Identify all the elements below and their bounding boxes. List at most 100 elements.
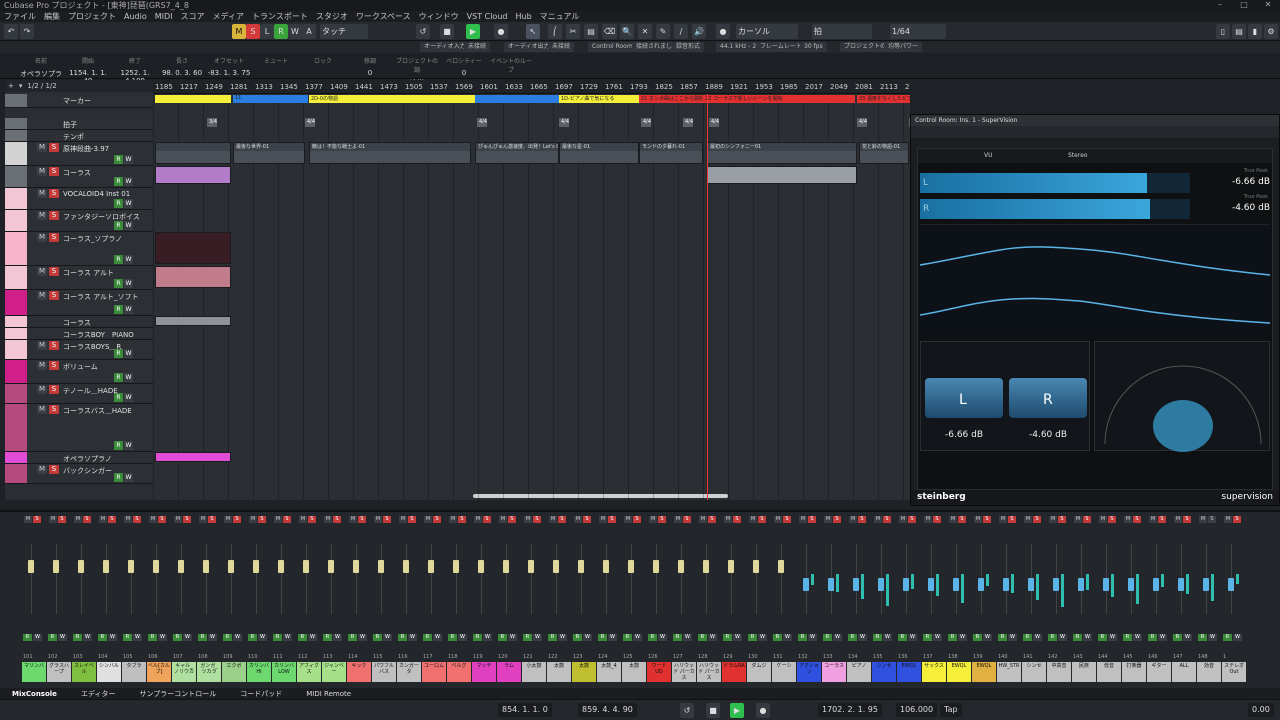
- time-signature[interactable]: 4/4: [857, 118, 868, 127]
- channel-mute-button[interactable]: M: [49, 516, 57, 523]
- channel-mute-button[interactable]: M: [74, 516, 82, 523]
- channel-fader[interactable]: [953, 578, 959, 591]
- channel-mute-button[interactable]: M: [749, 516, 757, 523]
- channel-mute-button[interactable]: M: [924, 516, 932, 523]
- channel-fader[interactable]: [1128, 578, 1134, 591]
- channel-read-button[interactable]: R: [523, 634, 532, 641]
- channel-strip[interactable]: M S R W 117 ユーロム: [422, 514, 446, 686]
- channel-write-button[interactable]: W: [583, 634, 592, 641]
- redo-button[interactable]: ↷: [20, 24, 34, 39]
- channel-solo-button[interactable]: S: [258, 516, 266, 523]
- channel-fader[interactable]: [1153, 578, 1159, 591]
- channel-read-button[interactable]: R: [1223, 634, 1232, 641]
- time-signature[interactable]: 4/4: [477, 118, 488, 127]
- play-button[interactable]: ▶: [466, 24, 480, 39]
- menu-item[interactable]: MIDI: [151, 12, 177, 21]
- channel-solo-button[interactable]: S: [83, 516, 91, 523]
- write-button[interactable]: W: [124, 441, 133, 450]
- channel-mute-button[interactable]: M: [374, 516, 382, 523]
- channel-strip[interactable]: M S R W 108 ガンガ_ツカラ: [197, 514, 221, 686]
- channel-solo-button[interactable]: S: [1008, 516, 1016, 523]
- meter-mode-select[interactable]: VU: [984, 152, 993, 159]
- channel-strip[interactable]: M S R W 128 ハリウッド パーカス: [697, 514, 721, 686]
- channel-write-button[interactable]: W: [858, 634, 867, 641]
- channel-strip[interactable]: M S R W 115 パワフルバス: [372, 514, 396, 686]
- channel-strip[interactable]: M S R W 142 中高音: [1047, 514, 1071, 686]
- channel-fader[interactable]: [728, 560, 734, 573]
- channel-solo-button[interactable]: S: [683, 516, 691, 523]
- channel-read-button[interactable]: R: [1198, 634, 1207, 641]
- channel-solo-button[interactable]: S: [1208, 516, 1216, 523]
- channel-strip[interactable]: M S R W 124 太鼓_4: [597, 514, 621, 686]
- channel-solo-button[interactable]: S: [383, 516, 391, 523]
- channel-strip[interactable]: M S R W 139 EWQL: [972, 514, 996, 686]
- track-header[interactable]: コーラスバス＿HADE M S R W: [5, 404, 153, 452]
- channel-solo-button[interactable]: S: [633, 516, 641, 523]
- track-header[interactable]: 原神段曲-3.97 M S R W: [5, 142, 153, 166]
- channel-write-button[interactable]: W: [1183, 634, 1192, 641]
- channel-fader[interactable]: [1178, 578, 1184, 591]
- lower-zone-tab[interactable]: サンプラーコントロール: [127, 689, 228, 699]
- channel-solo-button[interactable]: S: [558, 516, 566, 523]
- time-signature[interactable]: 4/4: [683, 118, 694, 127]
- marker[interactable]: 2D-0の物語: [309, 95, 475, 103]
- channel-strip[interactable]: M S R W 140 HW_STR: [997, 514, 1021, 686]
- menu-item[interactable]: ワークスペース: [352, 11, 415, 22]
- transport-play-button[interactable]: ▶: [730, 703, 744, 718]
- channel-write-button[interactable]: W: [283, 634, 292, 641]
- channel-write-button[interactable]: W: [783, 634, 792, 641]
- solo-state-button[interactable]: S: [246, 24, 260, 39]
- close-button[interactable]: ✕: [1256, 0, 1280, 9]
- channel-mute-button[interactable]: M: [1149, 516, 1157, 523]
- channel-write-button[interactable]: W: [758, 634, 767, 641]
- channel-mute-button[interactable]: M: [724, 516, 732, 523]
- menu-item[interactable]: ウィンドウ: [415, 11, 463, 22]
- solo-button[interactable]: S: [49, 233, 59, 242]
- channel-solo-button[interactable]: S: [283, 516, 291, 523]
- channel-fader[interactable]: [428, 560, 434, 573]
- read-button[interactable]: R: [114, 279, 123, 288]
- track-header[interactable]: コーラス アルト_ソフト M S R W: [5, 290, 153, 316]
- channel-strip[interactable]: M S R W 121 小太鼓: [522, 514, 546, 686]
- solo-button[interactable]: S: [49, 267, 59, 276]
- opera-event[interactable]: [155, 452, 231, 462]
- channel-mute-button[interactable]: M: [824, 516, 832, 523]
- channel-strip[interactable]: M S R W 113 ジャンベー: [322, 514, 346, 686]
- channel-fader[interactable]: [1078, 578, 1084, 591]
- channel-fader[interactable]: [628, 560, 634, 573]
- channel-write-button[interactable]: W: [1133, 634, 1142, 641]
- channel-write-button[interactable]: W: [133, 634, 142, 641]
- tempo-display[interactable]: 106.000: [896, 703, 938, 717]
- line-tool-icon[interactable]: ∕: [674, 24, 688, 39]
- channel-solo-button[interactable]: S: [983, 516, 991, 523]
- channel-mute-button[interactable]: M: [1024, 516, 1032, 523]
- channel-read-button[interactable]: R: [773, 634, 782, 641]
- channel-solo-button[interactable]: S: [658, 516, 666, 523]
- channel-fader[interactable]: [328, 560, 334, 573]
- channel-fader[interactable]: [578, 560, 584, 573]
- mute-button[interactable]: M: [37, 143, 47, 152]
- track-header[interactable]: コーラス アルト M S R W: [5, 266, 153, 290]
- channel-fader[interactable]: [278, 560, 284, 573]
- channel-write-button[interactable]: W: [408, 634, 417, 641]
- channel-strip[interactable]: M S R W 130 ダムジ: [747, 514, 771, 686]
- audio-event[interactable]: 花と鈴の物語-01: [859, 142, 909, 164]
- time-signature[interactable]: 4/4: [709, 118, 720, 127]
- menu-item[interactable]: VST Cloud: [463, 12, 512, 21]
- channel-strip[interactable]: M S R W 148 効音: [1197, 514, 1221, 686]
- time-signature[interactable]: 4/4: [559, 118, 570, 127]
- channel-fader[interactable]: [1203, 578, 1209, 591]
- channel-mute-button[interactable]: M: [174, 516, 182, 523]
- channel-solo-button[interactable]: S: [58, 516, 66, 523]
- track-header[interactable]: VOCALOID4 Inst 01 M S R W: [5, 188, 153, 210]
- channel-fader[interactable]: [503, 560, 509, 573]
- channel-read-button[interactable]: R: [948, 634, 957, 641]
- channel-fader[interactable]: [478, 560, 484, 573]
- channel-solo-button[interactable]: S: [208, 516, 216, 523]
- channel-strip[interactable]: M S R W 110 カリンバHI: [247, 514, 271, 686]
- layout-center-icon[interactable]: ▤: [1232, 24, 1246, 39]
- channel-solo-button[interactable]: S: [1158, 516, 1166, 523]
- channel-strip[interactable]: M S R W 105 タブラ: [122, 514, 146, 686]
- lower-zone-tab[interactable]: エディター: [69, 689, 128, 699]
- write-button[interactable]: W: [288, 24, 302, 39]
